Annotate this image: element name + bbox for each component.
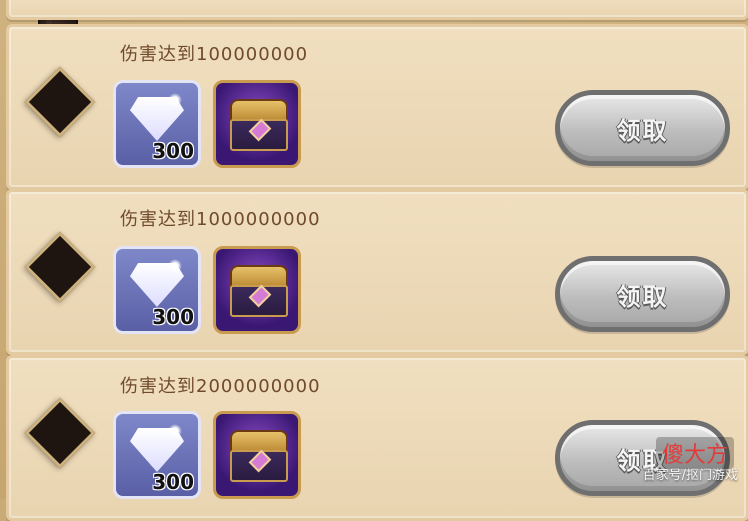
reward-title: 伤害达到100000000 bbox=[120, 44, 309, 65]
claim-button-label: 领取 bbox=[616, 282, 669, 311]
claim-button-label: 领取 bbox=[616, 116, 669, 145]
gem-reward-item[interactable]: 300 bbox=[113, 80, 201, 168]
reward-card-previous bbox=[6, 0, 748, 20]
reward-title: 伤害达到2000000000 bbox=[120, 376, 321, 397]
chest-reward-item[interactable] bbox=[213, 80, 301, 168]
gem-reward-item[interactable]: 300 bbox=[113, 246, 201, 334]
reward-title: 伤害达到1000000000 bbox=[120, 209, 321, 230]
gem-reward-item[interactable]: 300 bbox=[113, 411, 201, 499]
reward-quantity: 300 bbox=[152, 470, 194, 494]
sparkle-icon bbox=[168, 259, 182, 273]
reward-quantity: 300 bbox=[152, 139, 194, 163]
chest-reward-item[interactable] bbox=[213, 411, 301, 499]
claim-button[interactable]: 领取 bbox=[555, 256, 730, 332]
claim-button[interactable]: 领取 bbox=[555, 90, 730, 166]
chest-reward-item[interactable] bbox=[213, 246, 301, 334]
watermark-logo: 傻大方 bbox=[655, 437, 734, 469]
reward-quantity: 300 bbox=[152, 305, 194, 329]
reward-list-scene: 伤害达到100000000 300 领取 伤害达到1000000000 300 … bbox=[0, 0, 748, 521]
sparkle-icon bbox=[168, 93, 182, 107]
watermark-logo-text: 傻大方 bbox=[661, 443, 728, 468]
sparkle-icon bbox=[168, 424, 182, 438]
